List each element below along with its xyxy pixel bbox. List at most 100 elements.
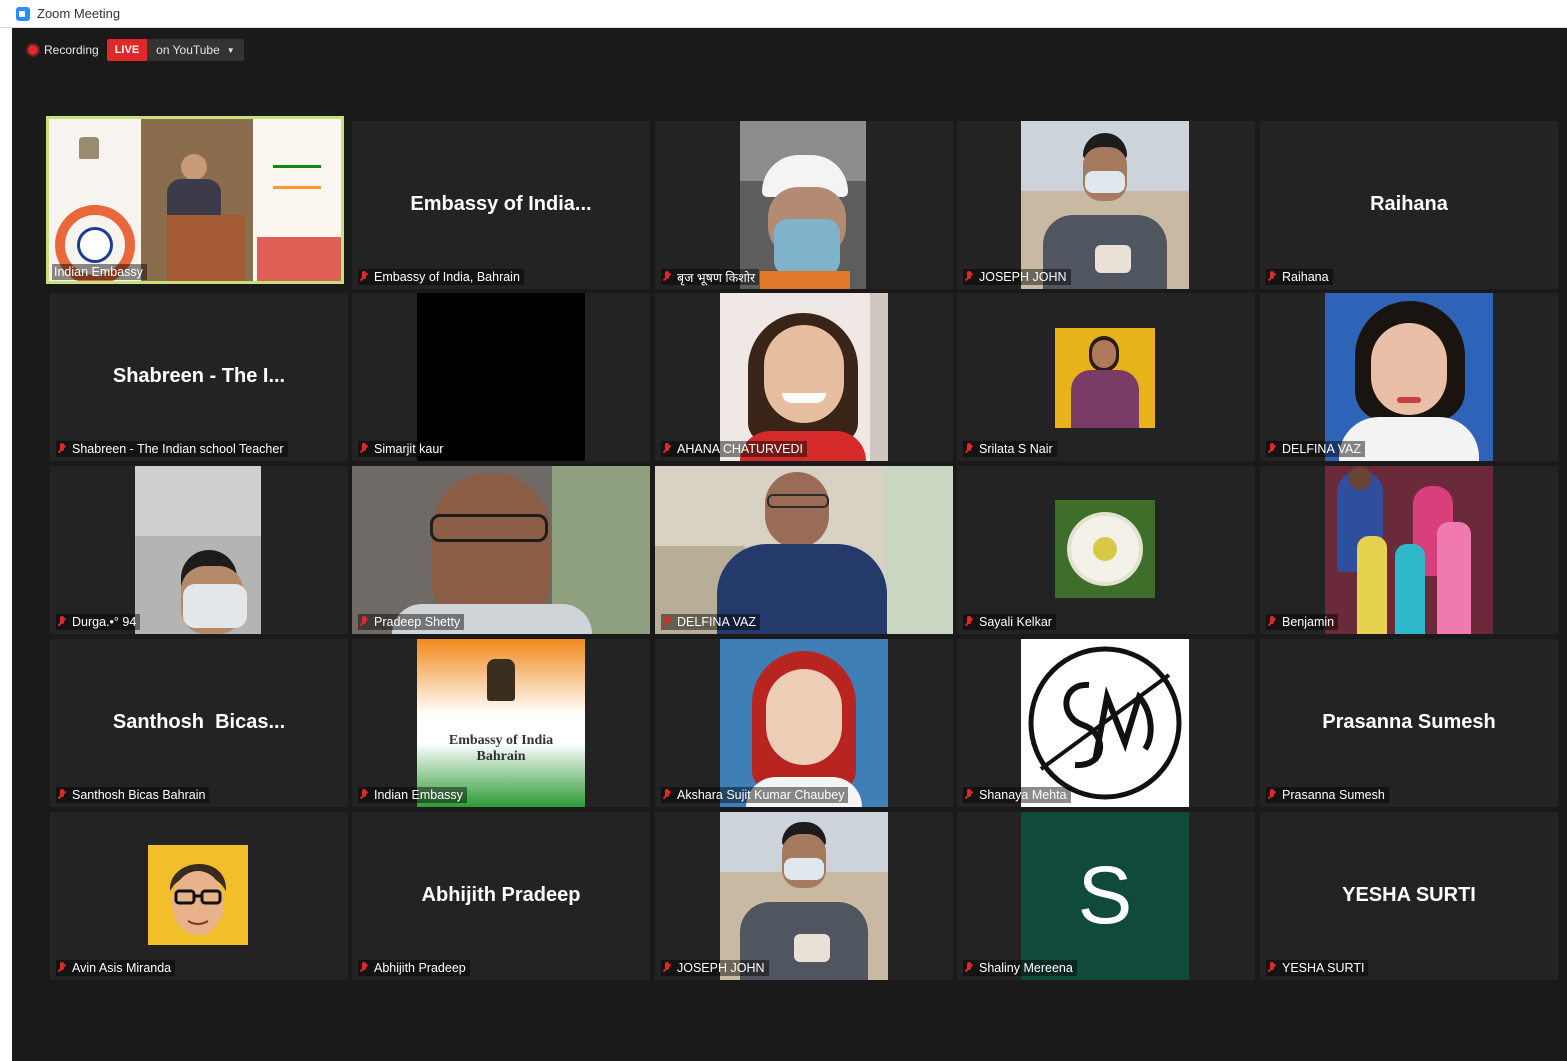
- participant-tile[interactable]: Embassy of India... Embassy of India, Ba…: [352, 121, 650, 289]
- participant-name: DELFINA VAZ: [1282, 442, 1361, 456]
- recording-label: Recording: [44, 43, 99, 57]
- live-stream-menu-button[interactable]: on YouTube ▼: [147, 39, 244, 61]
- mic-muted-icon: [965, 789, 973, 801]
- participant-tile-name: Shabreen - The I...: [112, 365, 286, 387]
- participant-tile[interactable]: AHANA CHATURVEDI: [655, 293, 953, 461]
- participant-tile[interactable]: DELFINA VAZ: [655, 466, 953, 634]
- mic-muted-icon: [1268, 789, 1276, 801]
- participant-name: Shabreen - The Indian school Teacher: [72, 442, 284, 456]
- mic-muted-icon: [58, 443, 66, 455]
- mic-muted-icon: [1268, 443, 1276, 455]
- participant-nameplate: DELFINA VAZ: [661, 614, 760, 630]
- participant-video: Embassy of India Bahrain: [417, 639, 585, 807]
- participant-video: [352, 466, 650, 634]
- participant-nameplate: AHANA CHATURVEDI: [661, 441, 807, 457]
- participant-tile-name: Raihana: [1370, 193, 1448, 215]
- participant-name: बृज भूषण किशोर: [677, 270, 756, 285]
- mic-muted-icon: [663, 271, 671, 283]
- participant-name: Abhijith Pradeep: [374, 961, 466, 975]
- mic-muted-icon: [1268, 616, 1276, 628]
- participant-tile[interactable]: Raihana Raihana: [1260, 121, 1558, 289]
- participant-name: YESHA SURTI: [1282, 961, 1365, 975]
- mic-muted-icon: [58, 616, 66, 628]
- participant-nameplate: Prasanna Sumesh: [1266, 787, 1389, 803]
- participant-name: DELFINA VAZ: [677, 615, 756, 629]
- participant-tile-name: Abhijith Pradeep: [421, 884, 581, 906]
- participant-name: Shaliny Mereena: [979, 961, 1073, 975]
- participant-tile[interactable]: Simarjit kaur: [352, 293, 650, 461]
- video-stage: [49, 119, 341, 281]
- mic-muted-icon: [360, 962, 368, 974]
- participant-tile[interactable]: S Shaliny Mereena: [957, 812, 1255, 980]
- caret-down-icon: ▼: [226, 45, 235, 55]
- participant-tile[interactable]: Pradeep Shetty: [352, 466, 650, 634]
- participant-tile[interactable]: Akshara Sujit Kumar Chaubey: [655, 639, 953, 807]
- mic-muted-icon: [58, 962, 66, 974]
- participant-tile[interactable]: Shanaya Mehta: [957, 639, 1255, 807]
- participant-nameplate: JOSEPH JOHN: [661, 960, 769, 976]
- logo-line-1: Embassy of India: [448, 733, 554, 748]
- participant-video: [720, 293, 888, 461]
- emblem-icon: [487, 659, 515, 701]
- participant-name: Akshara Sujit Kumar Chaubey: [677, 788, 845, 802]
- participant-name: Simarjit kaur: [374, 442, 444, 456]
- participant-tile[interactable]: Santhosh Bicas... Santhosh Bicas Bahrain: [50, 639, 348, 807]
- participant-tile[interactable]: JOSEPH JOHN: [957, 121, 1255, 289]
- participant-name: Embassy of India, Bahrain: [374, 270, 520, 284]
- recording-indicator[interactable]: Recording LIVE on YouTube ▼: [28, 39, 244, 61]
- participant-name: Raihana: [1282, 270, 1329, 284]
- mic-muted-icon: [965, 271, 973, 283]
- participant-nameplate: Abhijith Pradeep: [358, 960, 470, 976]
- window-titlebar: Zoom Meeting: [0, 0, 1567, 28]
- participant-name: AHANA CHATURVEDI: [677, 442, 803, 456]
- mic-muted-icon: [663, 962, 671, 974]
- participant-nameplate: Simarjit kaur: [358, 441, 448, 457]
- mic-muted-icon: [360, 443, 368, 455]
- participant-name: Avin Asis Miranda: [72, 961, 172, 975]
- participant-name: JOSEPH JOHN: [979, 270, 1067, 284]
- mic-muted-icon: [663, 616, 671, 628]
- participant-tile[interactable]: Avin Asis Miranda: [50, 812, 348, 980]
- participant-tile[interactable]: DELFINA VAZ: [1260, 293, 1558, 461]
- mic-muted-icon: [360, 616, 368, 628]
- participant-video: [740, 121, 866, 289]
- participant-tile[interactable]: Abhijith Pradeep Abhijith Pradeep: [352, 812, 650, 980]
- participant-tile[interactable]: YESHA SURTI YESHA SURTI: [1260, 812, 1558, 980]
- participant-nameplate: Durga.•° 94: [56, 614, 141, 630]
- participant-video: [135, 466, 261, 634]
- participant-nameplate: Raihana: [1266, 269, 1333, 285]
- participant-nameplate: Shanaya Mehta: [963, 787, 1071, 803]
- participant-tile[interactable]: बृज भूषण किशोर: [655, 121, 953, 289]
- participant-nameplate: Benjamin: [1266, 614, 1339, 630]
- participant-name: Sayali Kelkar: [979, 615, 1052, 629]
- participant-nameplate: YESHA SURTI: [1266, 960, 1369, 976]
- participant-tile[interactable]: JOSEPH JOHN: [655, 812, 953, 980]
- participant-tile[interactable]: Sayali Kelkar: [957, 466, 1255, 634]
- mic-muted-icon: [360, 271, 368, 283]
- participant-tile[interactable]: Prasanna Sumesh Prasanna Sumesh: [1260, 639, 1558, 807]
- meeting-view: Recording LIVE on YouTube ▼ Indian Embass…: [12, 28, 1567, 1061]
- participant-tile[interactable]: Srilata S Nair: [957, 293, 1255, 461]
- participant-nameplate: Shabreen - The Indian school Teacher: [56, 441, 288, 457]
- participant-tile-name: Prasanna Sumesh: [1322, 711, 1496, 733]
- participant-tile-name: Santhosh Bicas...: [112, 711, 286, 733]
- participant-video: S: [1021, 812, 1189, 980]
- participant-nameplate: JOSEPH JOHN: [963, 269, 1071, 285]
- avatar-letter: S: [1077, 850, 1133, 941]
- participant-tile-active-speaker[interactable]: Indian Embassy: [46, 116, 344, 284]
- participant-name: Prasanna Sumesh: [1282, 788, 1385, 802]
- participant-tile-name: YESHA SURTI: [1342, 884, 1476, 906]
- participant-name: Srilata S Nair: [979, 442, 1053, 456]
- participant-video: [1021, 639, 1189, 807]
- participant-tile[interactable]: Benjamin: [1260, 466, 1558, 634]
- participant-tile[interactable]: Embassy of India Bahrain Indian Embassy: [352, 639, 650, 807]
- participant-tile[interactable]: Shabreen - The I... Shabreen - The India…: [50, 293, 348, 461]
- participant-nameplate: Avin Asis Miranda: [56, 960, 176, 976]
- participant-name: Benjamin: [1282, 615, 1335, 629]
- chakra-icon: [77, 227, 113, 263]
- participant-name: Durga.•° 94: [72, 615, 137, 629]
- participant-video: [417, 293, 585, 461]
- participant-name: Santhosh Bicas Bahrain: [72, 788, 206, 802]
- participant-tile[interactable]: Durga.•° 94: [50, 466, 348, 634]
- participant-nameplate: Srilata S Nair: [963, 441, 1057, 457]
